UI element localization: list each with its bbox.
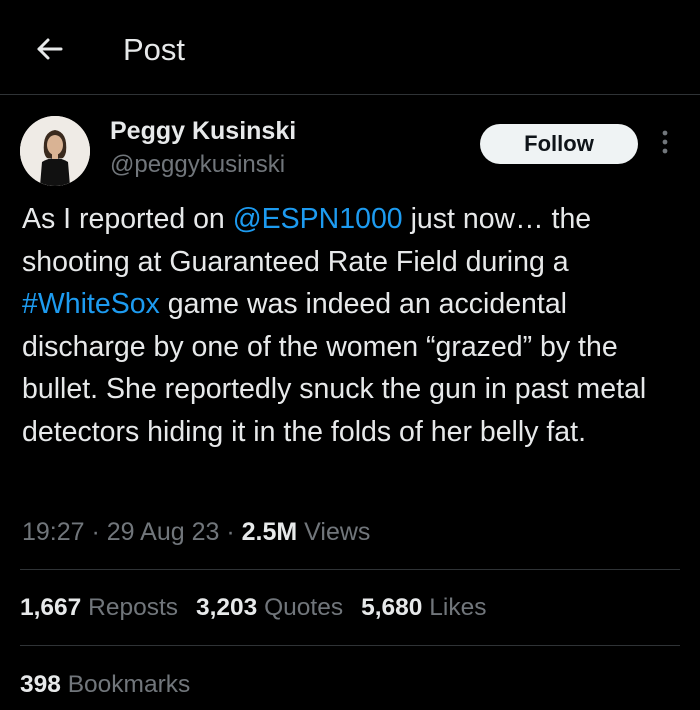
mention-link[interactable]: @ESPN1000 xyxy=(233,203,403,235)
hashtag-link[interactable]: #WhiteSox xyxy=(22,288,160,320)
more-vertical-icon xyxy=(661,129,669,160)
views-label: Views xyxy=(297,518,371,546)
page-title: Post xyxy=(123,32,186,67)
avatar[interactable] xyxy=(20,116,90,186)
top-bar: Post xyxy=(0,0,700,95)
likes-label: Likes xyxy=(422,594,487,621)
separator: · xyxy=(84,518,107,546)
bookmarks-stat[interactable]: 398 Bookmarks xyxy=(20,665,190,705)
likes-count: 5,680 xyxy=(361,594,423,621)
tweet-text: As I reported on @ESPN1000 just now… the… xyxy=(22,198,682,453)
bookmarks-label: Bookmarks xyxy=(60,671,191,698)
post-time[interactable]: 19:27 xyxy=(22,518,85,546)
reposts-label: Reposts xyxy=(81,594,178,621)
follow-button[interactable]: Follow xyxy=(480,124,638,164)
arrow-left-icon xyxy=(33,33,65,70)
quotes-stat[interactable]: 3,203 Quotes xyxy=(196,588,343,628)
tweet-text-part: As I reported on xyxy=(22,203,233,235)
reposts-count: 1,667 xyxy=(20,594,82,621)
views-count: 2.5M xyxy=(241,518,298,546)
reposts-stat[interactable]: 1,667 Reposts xyxy=(20,588,178,628)
divider xyxy=(20,645,680,646)
author-handle[interactable]: @peggykusinski xyxy=(110,150,285,180)
tweet-meta: 19:27 · 29 Aug 23 · 2.5M Views xyxy=(22,512,370,552)
more-options-button[interactable] xyxy=(650,124,680,164)
quotes-count: 3,203 xyxy=(196,594,258,621)
likes-stat[interactable]: 5,680 Likes xyxy=(361,588,486,628)
bookmarks-count: 398 xyxy=(20,671,61,698)
back-button[interactable] xyxy=(26,28,72,74)
separator: · xyxy=(219,518,242,546)
divider xyxy=(20,569,680,570)
quotes-label: Quotes xyxy=(257,594,344,621)
post-date[interactable]: 29 Aug 23 xyxy=(107,518,220,546)
author-name[interactable]: Peggy Kusinski xyxy=(110,116,296,146)
engagement-stats: 1,667 Reposts 3,203 Quotes 5,680 Likes xyxy=(20,588,504,628)
